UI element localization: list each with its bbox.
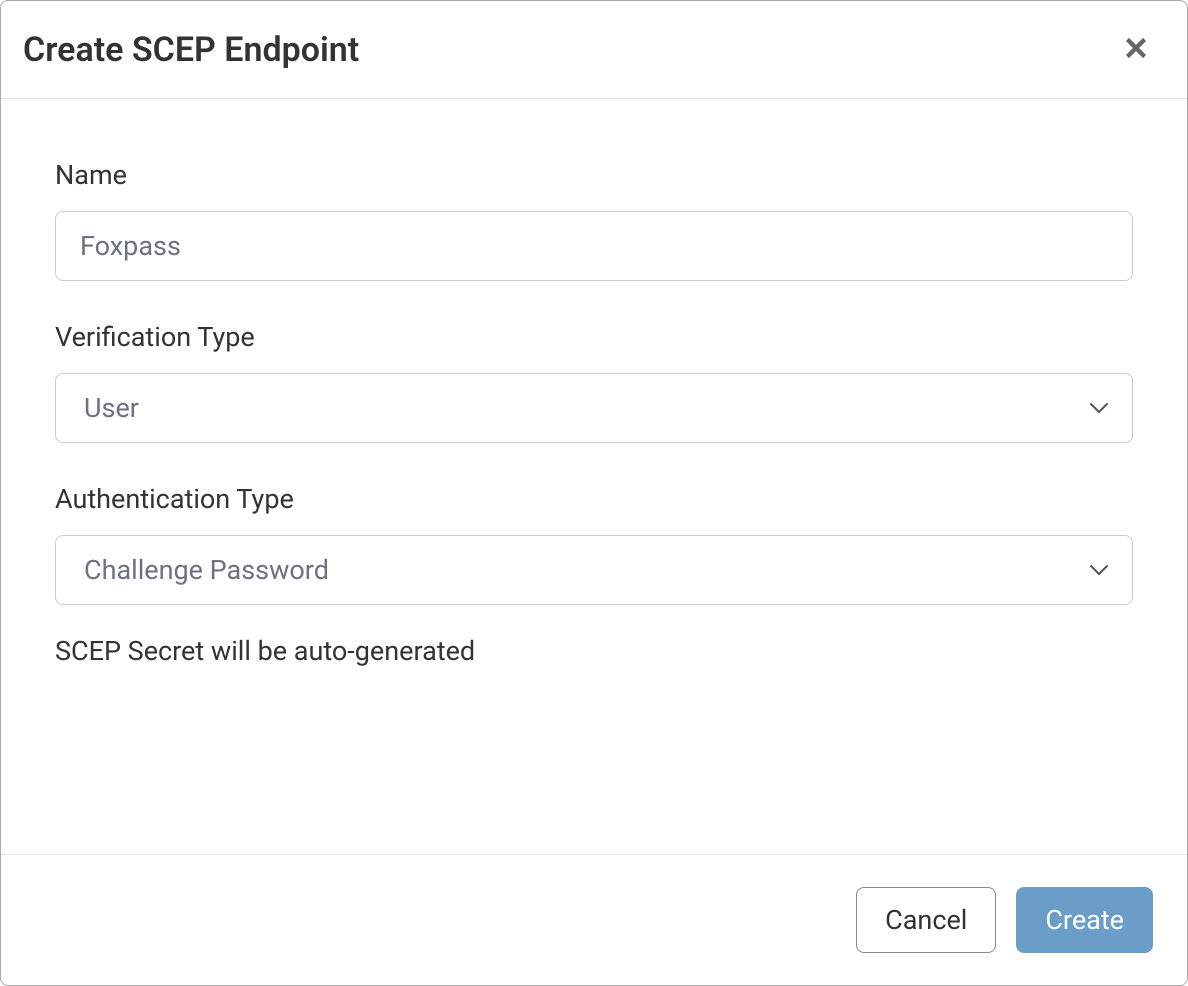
close-button[interactable]: [1117, 29, 1155, 70]
modal-body: Name Verification Type User Authenticati…: [1, 99, 1187, 854]
modal-title: Create SCEP Endpoint: [23, 30, 359, 70]
verification-type-select[interactable]: User: [55, 373, 1133, 443]
helper-text: SCEP Secret will be auto-generated: [55, 635, 1133, 667]
authentication-type-form-group: Authentication Type Challenge Password: [55, 483, 1133, 605]
verification-type-form-group: Verification Type User: [55, 321, 1133, 443]
create-scep-endpoint-modal: Create SCEP Endpoint Name Verification T…: [0, 0, 1188, 986]
authentication-type-label: Authentication Type: [55, 483, 1133, 515]
modal-footer: Cancel Create: [1, 854, 1187, 985]
verification-type-label: Verification Type: [55, 321, 1133, 353]
name-form-group: Name: [55, 159, 1133, 281]
verification-type-select-wrapper: User: [55, 373, 1133, 443]
create-button[interactable]: Create: [1016, 887, 1153, 953]
authentication-type-select-wrapper: Challenge Password: [55, 535, 1133, 605]
close-icon: [1121, 33, 1151, 66]
cancel-button[interactable]: Cancel: [856, 887, 996, 953]
name-label: Name: [55, 159, 1133, 191]
authentication-type-select[interactable]: Challenge Password: [55, 535, 1133, 605]
modal-header: Create SCEP Endpoint: [1, 1, 1187, 99]
name-input[interactable]: [55, 211, 1133, 281]
